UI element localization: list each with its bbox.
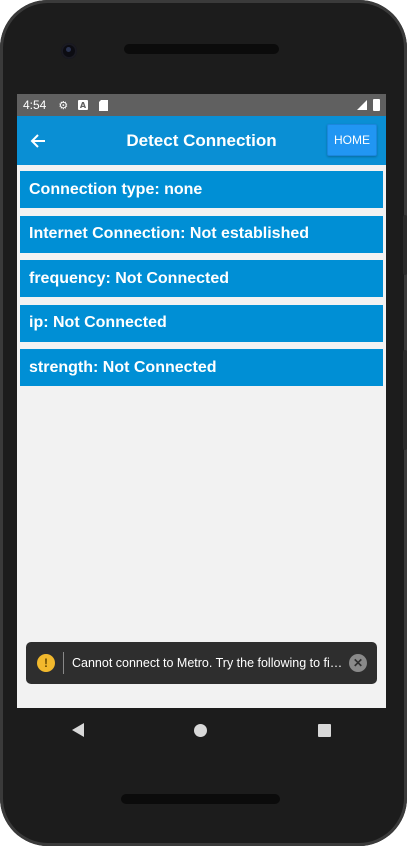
status-time: 4:54 bbox=[23, 98, 47, 112]
toast-divider bbox=[63, 652, 64, 674]
screen: 4:54 ⚙ A Detect Connection HOME Connecti… bbox=[17, 94, 386, 708]
toast-message: Cannot connect to Metro. Try the followi… bbox=[72, 656, 348, 670]
nav-home-button[interactable] bbox=[194, 723, 208, 737]
list-item-strength: strength: Not Connected bbox=[20, 349, 383, 386]
battery-icon bbox=[373, 99, 380, 111]
back-button[interactable] bbox=[17, 116, 59, 165]
list-item-frequency: frequency: Not Connected bbox=[20, 260, 383, 297]
gear-icon: ⚙ bbox=[58, 99, 69, 112]
system-nav-bar bbox=[17, 708, 386, 752]
front-camera bbox=[61, 43, 77, 59]
nav-recents-button[interactable] bbox=[317, 723, 331, 737]
signal-icon bbox=[357, 100, 367, 110]
list-item-internet-connection: Internet Connection: Not established bbox=[20, 215, 383, 253]
sd-card-icon bbox=[96, 98, 110, 112]
device-frame: 4:54 ⚙ A Detect Connection HOME Connecti… bbox=[0, 0, 407, 846]
error-toast[interactable]: ! Cannot connect to Metro. Try the follo… bbox=[26, 642, 377, 684]
status-bar: 4:54 ⚙ A bbox=[17, 94, 386, 116]
power-button bbox=[403, 350, 407, 450]
volume-button bbox=[403, 215, 407, 275]
home-button[interactable]: HOME bbox=[327, 124, 377, 156]
earpiece-speaker bbox=[124, 44, 279, 54]
app-bar: Detect Connection HOME bbox=[17, 116, 386, 165]
connection-info-list: Connection type: none Internet Connectio… bbox=[17, 165, 386, 386]
list-item-ip: ip: Not Connected bbox=[20, 304, 383, 342]
close-icon[interactable]: ✕ bbox=[349, 654, 367, 672]
arrow-left-icon bbox=[30, 133, 45, 148]
list-item-connection-type: Connection type: none bbox=[20, 171, 383, 208]
nav-back-button[interactable] bbox=[72, 723, 85, 737]
a-icon: A bbox=[76, 98, 90, 112]
status-right bbox=[357, 99, 380, 111]
bottom-speaker bbox=[121, 794, 280, 804]
svg-text:A: A bbox=[80, 101, 87, 110]
warning-icon: ! bbox=[37, 654, 55, 672]
